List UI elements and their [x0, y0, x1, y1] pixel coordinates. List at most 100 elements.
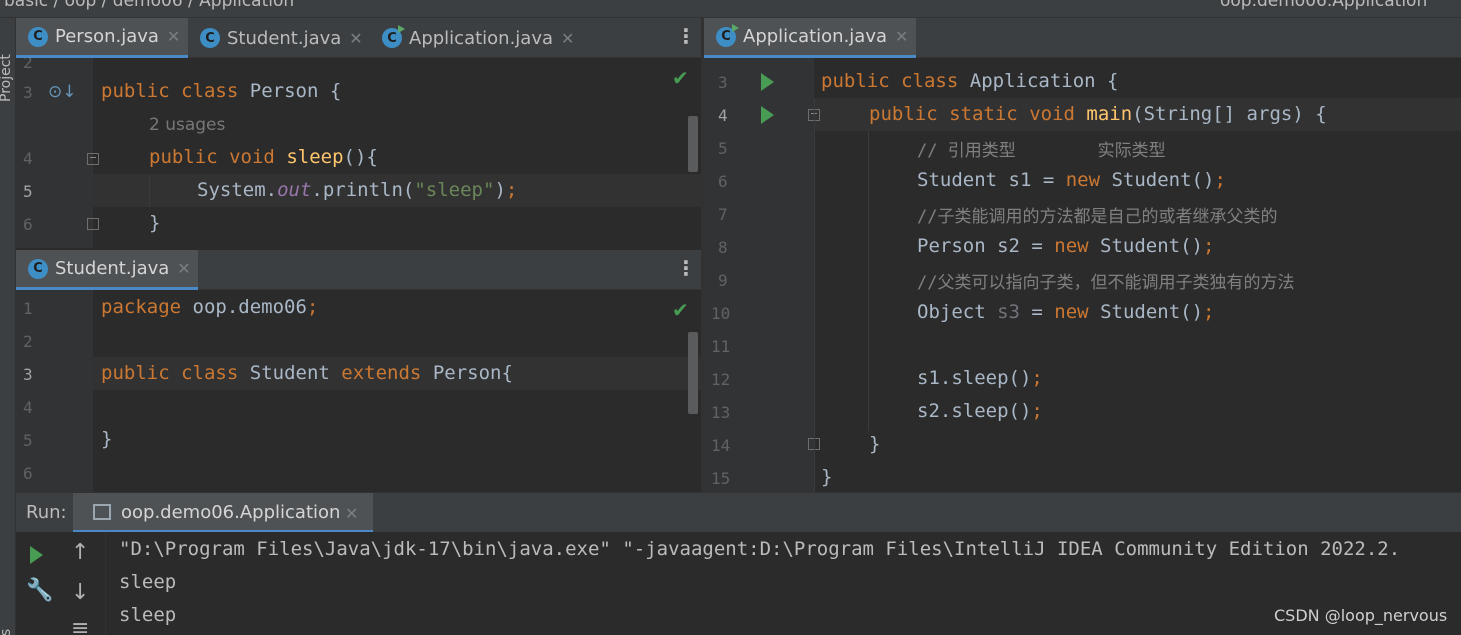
close-icon[interactable]: ✕: [349, 29, 362, 48]
tab-person-java[interactable]: C Person.java ✕: [16, 18, 188, 58]
run-console[interactable]: ↑ 🔧 ↓ ≡ "D:\Program Files\Java\jdk-17\bi…: [16, 532, 1461, 635]
tab-student-java[interactable]: C Student.java ✕: [188, 18, 370, 58]
class-icon: C: [200, 28, 220, 48]
code-line: public class Person {: [101, 80, 342, 102]
code-line: public void sleep(){: [149, 146, 378, 168]
line-number: 2: [23, 58, 33, 72]
student-editor[interactable]: 1 2 3 4 5 6 package oop.demo06; public c…: [16, 290, 701, 492]
person-editor[interactable]: 2 3 ⊙↓ 4 5 6 public class Person { 2 usa…: [16, 58, 701, 248]
inspection-ok-icon[interactable]: ✔: [672, 66, 689, 90]
code-line: s1.sleep();: [917, 367, 1043, 389]
wrench-icon[interactable]: 🔧: [26, 578, 53, 603]
code-comment: //父类可以指向子类，但不能调用子类独有的方法: [917, 273, 1295, 293]
more-options-icon[interactable]: ⋮: [676, 24, 696, 48]
line-number: 1: [23, 299, 33, 318]
line-number: 15: [711, 469, 731, 488]
line-number: 2: [23, 332, 33, 351]
fold-toggle-icon[interactable]: [87, 153, 99, 165]
navigation-bar: basic / oop / demo06 / Application oop.d…: [0, 0, 1461, 18]
run-tab-label: oop.demo06.Application: [121, 502, 341, 523]
close-icon[interactable]: ✕: [345, 504, 358, 523]
vertical-scrollbar[interactable]: [688, 116, 698, 172]
application-editor-tabbar: C Application.java ✕: [704, 18, 1461, 58]
tab-application-java[interactable]: C Application.java ✕: [370, 18, 590, 58]
arrow-down-icon[interactable]: ↓: [71, 580, 89, 605]
rerun-icon[interactable]: [30, 546, 43, 564]
line-number: 5: [23, 431, 33, 450]
line-number: 4: [23, 149, 33, 168]
console-output-line: sleep: [119, 604, 177, 626]
usages-hint[interactable]: 2 usages: [149, 115, 225, 135]
code-line: s2.sleep();: [917, 400, 1043, 422]
arrow-up-icon[interactable]: ↑: [71, 540, 89, 565]
line-number: 14: [711, 436, 731, 455]
class-icon: C: [28, 26, 48, 47]
code-line: System.out.println("sleep");: [197, 179, 518, 201]
line-number: 6: [23, 215, 33, 234]
student-editor-tabbar: C Student.java ✕ ⋮: [16, 250, 701, 290]
line-number: 8: [718, 238, 728, 257]
tab-application-java[interactable]: C Application.java ✕: [704, 18, 916, 58]
line-number: 13: [711, 403, 731, 422]
code-line: Object s3 = new Student();: [917, 301, 1215, 323]
line-number: 3: [23, 365, 33, 384]
run-configuration-selector[interactable]: oop.demo06.Application: [1220, 0, 1427, 11]
code-line: public static void main(String[] args) {: [869, 103, 1327, 125]
line-number: 5: [23, 182, 33, 201]
editor-gutter: [16, 290, 93, 492]
indent-guide: [868, 131, 869, 431]
console-output-line: "D:\Program Files\Java\jdk-17\bin\java.e…: [119, 538, 1401, 560]
line-number: 3: [718, 73, 728, 92]
code-line: Student s1 = new Student();: [917, 169, 1226, 191]
line-number: 3: [23, 83, 33, 102]
tab-label: Person.java: [55, 26, 159, 47]
tool-window-strip: Project rks: [0, 18, 16, 635]
run-main-icon[interactable]: [761, 106, 774, 124]
application-editor[interactable]: 3 4 5 6 7 8 9 10 11 12 13 14 15 public c…: [704, 58, 1461, 492]
soft-wrap-icon[interactable]: ≡: [71, 616, 89, 635]
class-icon: C: [28, 258, 48, 279]
run-tab[interactable]: oop.demo06.Application ✕: [73, 493, 373, 533]
overridden-method-icon[interactable]: ⊙↓: [48, 82, 77, 102]
inspection-ok-icon[interactable]: ✔: [672, 298, 689, 322]
tab-label: Student.java: [227, 27, 342, 49]
runnable-class-icon: C: [716, 23, 739, 47]
tab-label: Application.java: [743, 26, 888, 47]
bookmarks-tool-button[interactable]: rks: [0, 629, 14, 635]
code-line: Person s2 = new Student();: [917, 235, 1215, 257]
person-editor-tabbar: C Person.java ✕ C Student.java ✕ C Appli…: [16, 18, 701, 58]
code-line: public class Student extends Person{: [101, 362, 513, 384]
tab-student-java[interactable]: C Student.java ✕: [16, 250, 198, 290]
console-output-line: sleep: [119, 571, 177, 593]
fold-toggle-icon[interactable]: [87, 218, 99, 230]
vertical-scrollbar[interactable]: [688, 332, 698, 414]
code-line: }: [821, 466, 833, 488]
close-icon[interactable]: ✕: [561, 29, 574, 48]
line-number: 11: [711, 337, 731, 356]
line-number: 5: [718, 139, 728, 158]
tab-label: Application.java: [409, 27, 554, 49]
code-line: }: [869, 433, 881, 455]
close-icon[interactable]: ✕: [895, 27, 908, 46]
code-line: package oop.demo06;: [101, 296, 319, 318]
code-line: }: [149, 212, 161, 234]
project-tool-button[interactable]: Project: [0, 54, 14, 102]
line-number: 10: [711, 304, 731, 323]
line-number: 4: [718, 106, 728, 125]
breadcrumb[interactable]: basic / oop / demo06 / Application: [4, 0, 294, 11]
tab-label: Student.java: [55, 258, 170, 279]
run-panel-label: Run:: [26, 502, 67, 523]
runnable-class-icon: C: [382, 25, 405, 48]
console-icon: [93, 504, 111, 520]
watermark: CSDN @loop_nervous: [1274, 606, 1448, 625]
run-toolbar: Run: oop.demo06.Application ✕: [16, 492, 1461, 533]
more-options-icon[interactable]: ⋮: [676, 256, 696, 280]
close-icon[interactable]: ✕: [167, 27, 180, 46]
line-number: 6: [23, 464, 33, 483]
run-class-icon[interactable]: [761, 73, 774, 91]
line-number: 6: [718, 172, 728, 191]
indent-guide: [814, 98, 815, 492]
line-number: 9: [718, 271, 728, 290]
line-number: 12: [711, 370, 731, 389]
close-icon[interactable]: ✕: [177, 259, 190, 278]
